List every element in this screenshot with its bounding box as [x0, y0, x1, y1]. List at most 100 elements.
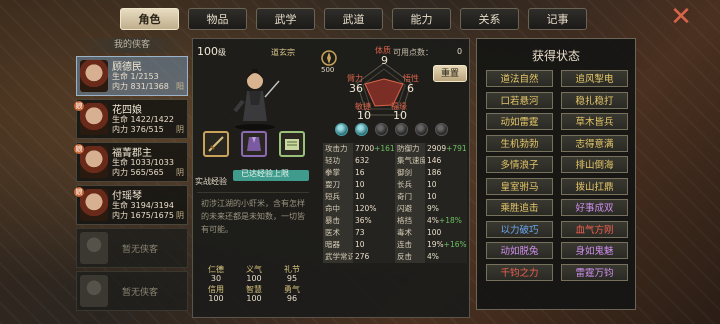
state-badge[interactable]: 追风掣电	[561, 70, 628, 87]
hero-portrait	[80, 189, 108, 221]
state-badge[interactable]: 道法自然	[486, 70, 553, 87]
stat-label: 长兵	[395, 179, 425, 191]
stat-value: 4%+18%	[425, 215, 467, 227]
meridian-orb-icon[interactable]	[435, 123, 448, 136]
tab-martial-way[interactable]: 武道	[324, 8, 383, 30]
state-badge[interactable]: 血气方刚	[561, 220, 628, 238]
state-badge[interactable]: 多情浪子	[486, 156, 553, 173]
meridian-orb-icon[interactable]	[415, 123, 428, 136]
empty-hero-slot[interactable]: 暂无侠客	[76, 228, 188, 268]
stat-cell: 御剑 186	[395, 167, 467, 179]
hero-card[interactable]: 娘 花四娘 生命 1422/1422 内力 376/515 阴	[74, 99, 188, 139]
stat-cell: 攻击力7700+1614	[323, 143, 395, 155]
character-sect: 道玄宗	[271, 48, 295, 57]
hero-badge: 娘	[74, 101, 84, 111]
state-badge[interactable]: 好事成双	[561, 199, 628, 216]
stat-cell: 拳掌 16	[323, 167, 395, 179]
state-badge[interactable]: 以力破巧	[486, 220, 553, 238]
state-badge[interactable]: 千钧之力	[486, 263, 553, 281]
weapon-slot-sword-icon[interactable]	[203, 131, 229, 157]
tab-martial-arts[interactable]: 武学	[256, 8, 315, 30]
stat-cell: 连击 19%+16%	[395, 239, 467, 251]
stat-label: 医术	[323, 227, 353, 239]
state-badge[interactable]: 草木皆兵	[561, 113, 628, 130]
state-badge[interactable]: 皇室驸马	[486, 177, 553, 195]
stat-label: 短兵	[323, 191, 353, 203]
stat-value: 186	[425, 167, 467, 179]
stat-value: 10	[353, 191, 395, 203]
tab-character[interactable]: 角色	[120, 8, 179, 30]
hero-card[interactable]: 娘 福菁郡主 生命 1033/1033 内力 565/565 阴	[74, 142, 188, 182]
hero-card[interactable]: 顾德民 生命 1/2153 内力 831/1368 阳	[76, 56, 188, 96]
state-badge[interactable]: 身如鬼魅	[561, 242, 628, 259]
stat-value: 2909+791	[425, 143, 467, 155]
meridian-orbs	[335, 123, 448, 136]
attribute-points-icon	[321, 50, 337, 66]
state-badge[interactable]: 口若悬河	[486, 91, 553, 109]
state-badge[interactable]: 乘胜追击	[486, 199, 553, 216]
exp-label: 实战经验	[195, 177, 227, 186]
stat-row: 攻击力7700+1614防御力2909+791	[323, 143, 467, 155]
tab-relations[interactable]: 关系	[460, 8, 519, 30]
accessory-slot-book-icon[interactable]	[279, 131, 305, 157]
tab-journal[interactable]: 记事	[528, 8, 587, 30]
empty-slot-label: 暂无侠客	[122, 288, 159, 298]
state-badge[interactable]: 动如雷霆	[486, 113, 553, 130]
attr-tizhi-value: 9	[381, 54, 388, 67]
stat-row: 拳掌 16 御剑 186	[323, 167, 467, 179]
meridian-orb-icon[interactable]	[355, 123, 368, 136]
reset-button[interactable]: 重置	[433, 65, 467, 82]
hero-badge: 娘	[74, 187, 84, 197]
acquired-states-panel: 获得状态 道法自然 追风掣电 口若悬河 稳扎稳打 动如雷霆 草木皆兵 生机勃勃 志得意满 多情浪…	[476, 38, 636, 310]
state-badge[interactable]: 拨山扛鼎	[561, 177, 628, 195]
stat-bonus: +791	[446, 144, 467, 153]
stat-value: 9%	[425, 203, 467, 215]
virtue-stat: 勇气 96	[284, 285, 300, 303]
stat-value: 10	[353, 179, 395, 191]
stat-label: 武学常识	[323, 251, 353, 263]
potential-value: 0	[457, 47, 463, 56]
hero-roster: 我的侠客 顾德民 生命 1/2153 内力 831/1368 阳 娘 花四娘 生…	[74, 38, 188, 311]
state-badge[interactable]: 稳扎稳打	[561, 91, 628, 109]
state-badge[interactable]: 志得意满	[561, 134, 628, 152]
virtue-stat: 义气 100	[246, 265, 262, 283]
stat-value: 10	[425, 191, 467, 203]
stat-label: 反击	[395, 251, 425, 263]
stat-cell: 医术 73	[323, 227, 395, 239]
close-x-icon[interactable]: ✕	[668, 4, 694, 30]
state-badge[interactable]: 排山倒海	[561, 156, 628, 173]
stat-label: 连击	[395, 239, 425, 251]
empty-slot-label: 暂无侠客	[122, 245, 159, 255]
stat-cell: 集气速度 146	[395, 155, 467, 167]
stat-value: 276	[353, 251, 395, 263]
character-description: 初涉江湖的小虾米，含有怎样的未来还都是未知数，一切皆有可能。	[197, 192, 309, 262]
stat-label: 攻击力	[323, 143, 353, 155]
hero-portrait	[80, 146, 108, 178]
stat-label: 奇门	[395, 191, 425, 203]
stat-row: 暴击 36% 格挡 4%+18%	[323, 215, 467, 227]
stat-label: 闪避	[395, 203, 425, 215]
virtues-grid: 仁德 30 义气 100 礼节 95 信用 100 智慧 100 勇气 96	[197, 265, 311, 303]
tab-items[interactable]: 物品	[188, 8, 247, 30]
hero-card[interactable]: 娘 付瑶琴 生命 3194/3194 内力 1675/1675 阴	[74, 185, 188, 225]
hero-gender: 阴	[176, 211, 184, 220]
stat-row: 轻功 632 集气速度 146	[323, 155, 467, 167]
stat-cell: 格挡 4%+18%	[395, 215, 467, 227]
meridian-orb-icon[interactable]	[395, 123, 408, 136]
stat-label: 暴击	[323, 215, 353, 227]
state-badge[interactable]: 雷霆万钧	[561, 263, 628, 281]
state-badge[interactable]: 动如脱兔	[486, 242, 553, 259]
hero-gender: 阴	[176, 168, 184, 177]
tab-abilities[interactable]: 能力	[392, 8, 451, 30]
stat-cell: 短兵 10	[323, 191, 395, 203]
stat-cell: 轻功 632	[323, 155, 395, 167]
armor-slot-robe-icon[interactable]	[241, 131, 267, 157]
hero-badge: 娘	[74, 144, 84, 154]
empty-hero-slot[interactable]: 暂无侠客	[76, 271, 188, 311]
meridian-orb-icon[interactable]	[375, 123, 388, 136]
stat-cell: 暗器 10	[323, 239, 395, 251]
meridian-orb-icon[interactable]	[335, 123, 348, 136]
virtue-stat: 智慧 100	[246, 285, 262, 303]
attr-wuxing-value: 6	[407, 82, 414, 95]
state-badge[interactable]: 生机勃勃	[486, 134, 553, 152]
